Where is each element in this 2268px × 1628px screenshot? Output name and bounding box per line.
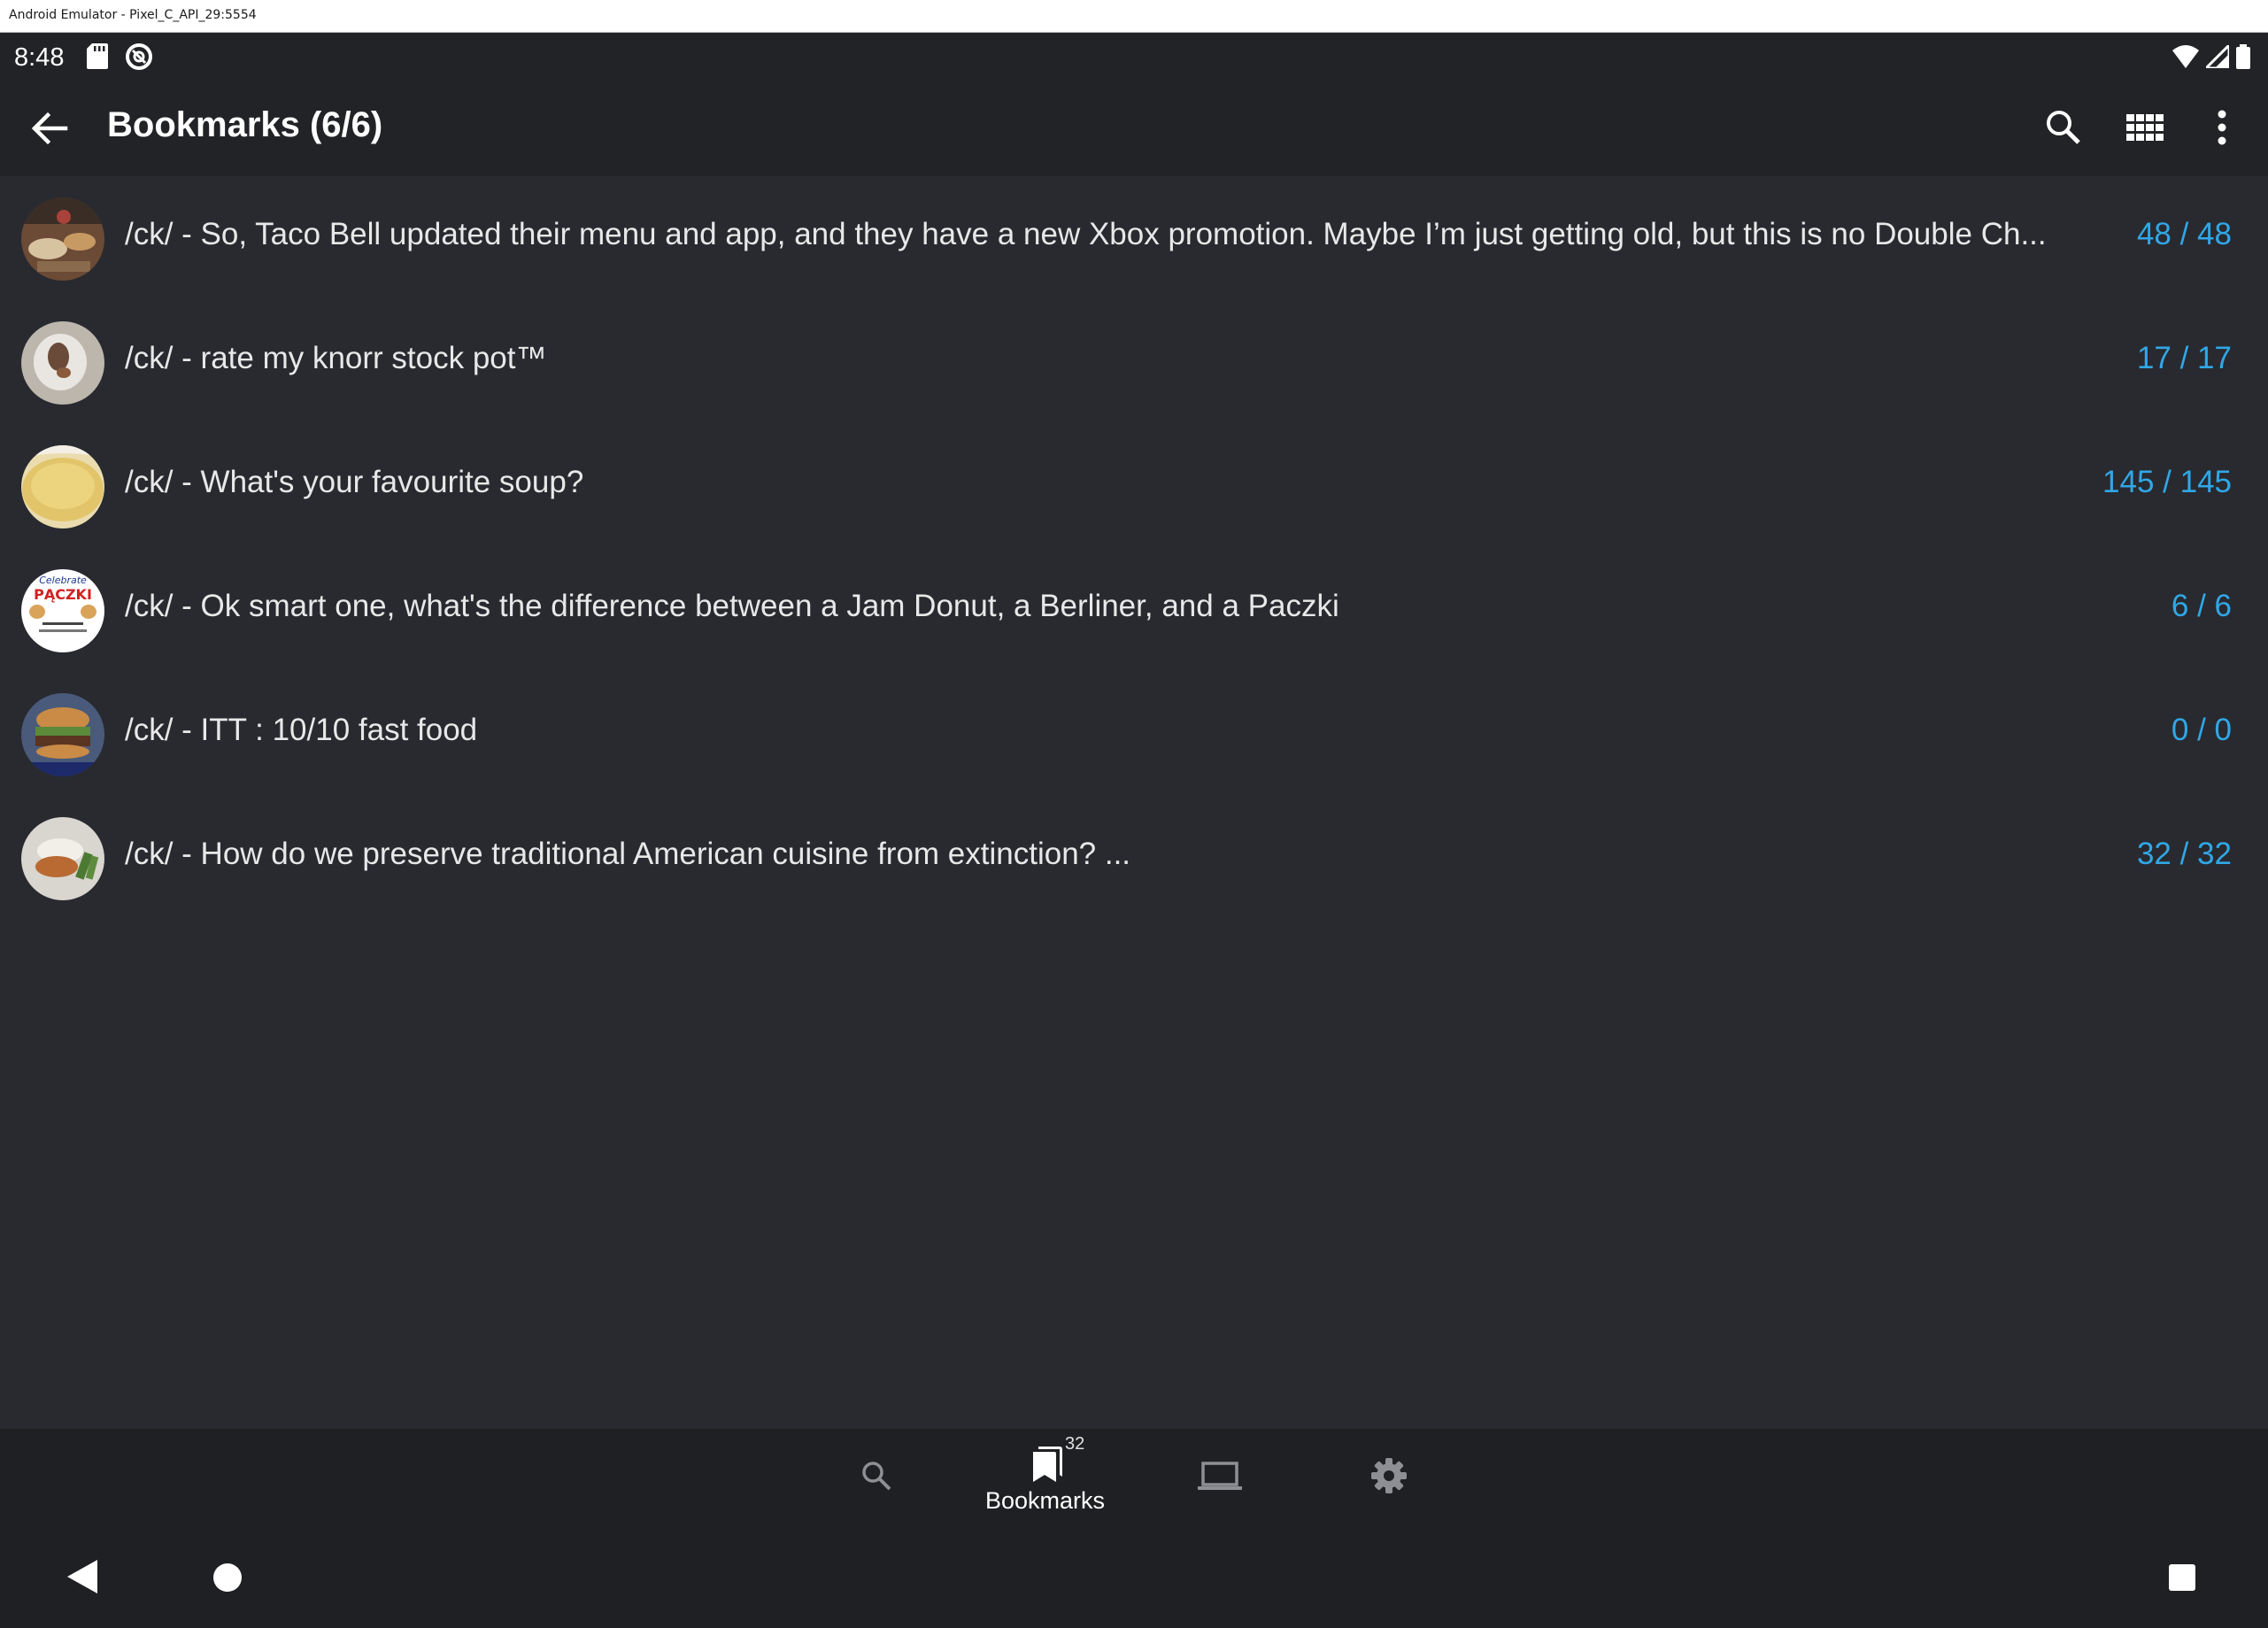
gear-icon	[1371, 1458, 1407, 1493]
wifi-icon	[2172, 45, 2199, 68]
bookmark-list: /ck/ - So, Taco Bell updated their menu …	[0, 176, 2268, 1429]
search-icon	[862, 1462, 891, 1491]
sync-icon	[126, 43, 152, 70]
bookmarks-badge: 32	[1065, 1434, 1085, 1454]
bookmark-title: /ck/ - What's your favourite soup?	[125, 465, 584, 499]
status-bar: 8:48	[0, 33, 2268, 79]
bookmark-title: /ck/ - rate my knorr stock pot™	[125, 341, 547, 375]
thread-thumbnail	[21, 321, 104, 405]
thumb-paczki-text: PĄCZKI	[34, 586, 92, 603]
page-title: Bookmarks (6/6)	[107, 105, 383, 144]
thread-thumbnail	[21, 693, 104, 776]
nav-search[interactable]	[841, 1429, 912, 1522]
grid-view-icon[interactable]	[2123, 107, 2165, 150]
thumb-celebrate-text: Celebrate	[39, 575, 87, 586]
bookmark-title: /ck/ - So, Taco Bell updated their menu …	[125, 217, 2047, 251]
bookmark-row[interactable]: /ck/ - rate my knorr stock pot™ 17 / 17	[0, 300, 2268, 424]
signal-icon	[2206, 45, 2229, 68]
thread-thumbnail	[21, 197, 104, 281]
bookmark-row[interactable]: /ck/ - What's your favourite soup? 145 /…	[0, 424, 2268, 548]
bookmark-title: /ck/ - Ok smart one, what's the differen…	[125, 589, 1339, 623]
window-title: Android Emulator - Pixel_C_API_29:5554	[9, 8, 257, 22]
reply-count: 6 / 6	[2171, 589, 2232, 623]
bookmark-row[interactable]: /ck/ - ITT : 10/10 fast food 0 / 0	[0, 672, 2268, 796]
nav-browse[interactable]	[1182, 1429, 1261, 1522]
bookmark-title: /ck/ - ITT : 10/10 fast food	[125, 713, 478, 747]
bookmarks-label: Bookmarks	[985, 1487, 1106, 1514]
back-triangle-icon[interactable]	[67, 1560, 97, 1593]
reply-count: 48 / 48	[2136, 217, 2232, 251]
nav-bookmarks[interactable]: 32 Bookmarks	[974, 1429, 1124, 1522]
bookmark-row[interactable]: /ck/ - How do we preserve traditional Am…	[0, 796, 2268, 920]
reply-count: 32 / 32	[2136, 837, 2232, 871]
status-time: 8:48	[14, 43, 65, 72]
home-circle-icon[interactable]	[213, 1563, 242, 1592]
recents-square-icon[interactable]	[2169, 1564, 2195, 1591]
back-arrow-icon[interactable]	[25, 104, 74, 153]
system-navigation-bar	[0, 1522, 2268, 1628]
more-vert-icon[interactable]	[2204, 105, 2240, 150]
nav-settings[interactable]	[1354, 1429, 1425, 1522]
reply-count: 145 / 145	[2102, 465, 2232, 499]
thread-thumbnail: Celebrate PĄCZKI	[21, 569, 104, 652]
sd-card-icon	[87, 43, 108, 69]
app-toolbar: Bookmarks (6/6)	[0, 79, 2268, 176]
reply-count: 17 / 17	[2136, 341, 2232, 375]
bookmarks-icon	[1033, 1447, 1062, 1482]
thread-thumbnail	[21, 445, 104, 529]
laptop-icon	[1198, 1462, 1242, 1490]
bookmark-title: /ck/ - How do we preserve traditional Am…	[125, 837, 1131, 871]
bookmark-row[interactable]: /ck/ - So, Taco Bell updated their menu …	[0, 176, 2268, 300]
search-icon[interactable]	[2041, 105, 2086, 150]
bottom-navigation: 32 Bookmarks	[0, 1429, 2268, 1522]
bookmark-row[interactable]: Celebrate PĄCZKI /ck/ - Ok smart one, wh…	[0, 548, 2268, 672]
battery-icon	[2236, 44, 2250, 69]
emulator-window-titlebar: Android Emulator - Pixel_C_API_29:5554	[0, 0, 2268, 33]
reply-count: 0 / 0	[2171, 713, 2232, 747]
thread-thumbnail	[21, 817, 104, 900]
